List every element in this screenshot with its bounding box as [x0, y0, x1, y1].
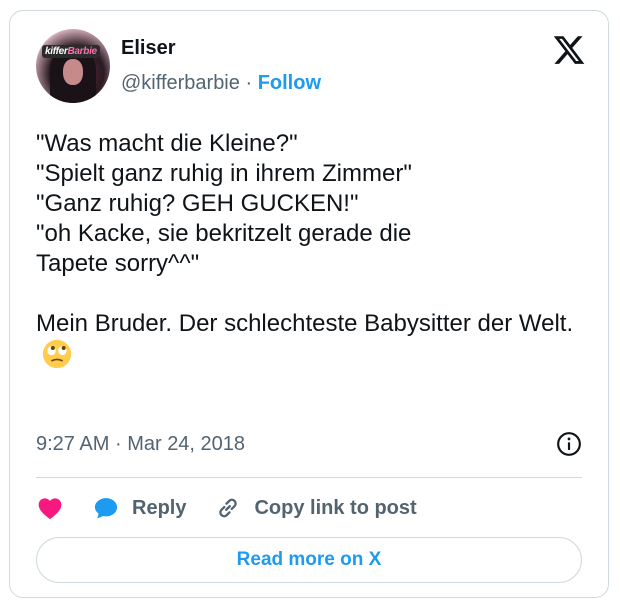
- author-name[interactable]: Eliser: [121, 37, 175, 60]
- heart-icon: [38, 498, 62, 520]
- avatar-logo: kifferBarbie: [42, 45, 100, 58]
- tweet-line: "oh Kacke, sie bekritzelt gerade die: [36, 220, 412, 247]
- tweet-date: Mar 24, 2018: [127, 433, 246, 455]
- copy-link-button[interactable]: Copy link to post: [214, 494, 417, 522]
- like-button[interactable]: [36, 494, 64, 522]
- tweet-timestamp[interactable]: 9:27 AM · Mar 24, 2018: [36, 433, 245, 456]
- handle-separator: ·: [245, 72, 253, 94]
- reply-button[interactable]: Reply: [92, 494, 186, 522]
- x-logo-icon[interactable]: [552, 33, 586, 67]
- tweet-paragraph: Mein Bruder. Der schlechteste Babysitter…: [36, 309, 596, 371]
- tweet-paragraph-text: Mein Bruder. Der schlechteste Babysitter…: [36, 310, 574, 337]
- divider: [36, 477, 582, 478]
- author-handle-row: @kifferbarbie · Follow: [121, 72, 321, 95]
- tweet-text: "Was macht die Kleine?" "Spielt ganz ruh…: [36, 129, 596, 371]
- follow-button[interactable]: Follow: [258, 72, 321, 94]
- info-icon[interactable]: [556, 431, 582, 457]
- rolling-eyes-emoji-icon: [42, 339, 72, 369]
- read-more-button[interactable]: Read more on X: [36, 537, 582, 583]
- tweet-line: Tapete sorry^^": [36, 250, 200, 277]
- copy-link-label: Copy link to post: [254, 496, 417, 519]
- tweet-card: kifferBarbie Eliser @kifferbarbie · Foll…: [9, 10, 609, 598]
- reply-bubble-icon: [94, 498, 118, 519]
- tweet-line: "Was macht die Kleine?": [36, 130, 298, 157]
- author-handle[interactable]: @kifferbarbie: [121, 72, 240, 94]
- link-icon: [219, 498, 238, 518]
- action-bar: Reply Copy link to post: [36, 491, 445, 525]
- tweet-time: 9:27 AM: [36, 433, 110, 455]
- tweet-line: "Ganz ruhig? GEH GUCKEN!": [36, 190, 359, 217]
- avatar-face: [63, 59, 83, 85]
- avatar[interactable]: kifferBarbie: [36, 29, 110, 103]
- tweet-line: "Spielt ganz ruhig in ihrem Zimmer": [36, 160, 412, 187]
- reply-label: Reply: [132, 496, 187, 519]
- meta-separator: ·: [114, 433, 122, 455]
